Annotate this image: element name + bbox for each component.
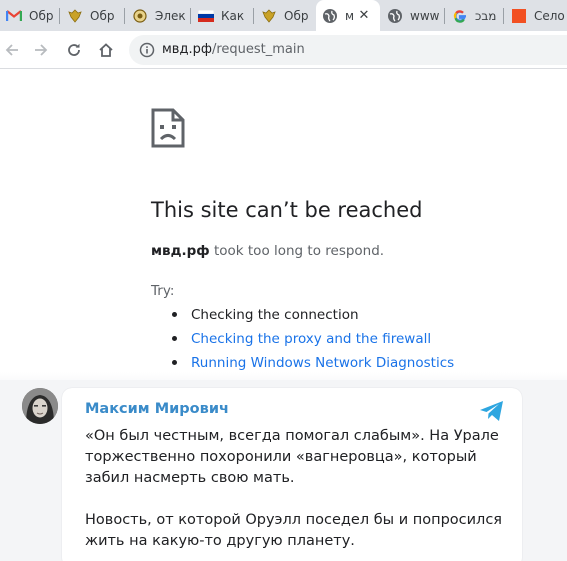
- emblem-icon: [132, 8, 148, 24]
- reload-icon: [68, 43, 80, 56]
- error-host: мвд.рф: [151, 243, 210, 259]
- russia-flag-icon: [198, 8, 214, 24]
- sad-page-icon: [151, 108, 185, 148]
- url-text: мвд.рф/request_main: [162, 42, 305, 57]
- tab-title: Село: [534, 8, 565, 23]
- tab-3[interactable]: Элек: [126, 0, 189, 31]
- reload-button[interactable]: [63, 39, 85, 61]
- forward-arrow-icon: [35, 44, 48, 56]
- url-domain: мвд.рф: [162, 42, 212, 57]
- tab-title: www: [410, 8, 440, 23]
- tab-separator: [59, 8, 60, 24]
- avatar[interactable]: [22, 388, 58, 424]
- tab-8[interactable]: מבכ: [446, 0, 502, 31]
- tab-1[interactable]: Обр: [0, 0, 58, 31]
- tab-4[interactable]: Как: [192, 0, 252, 31]
- url-path: /request_main: [211, 42, 305, 57]
- post-author[interactable]: Максим Мирович: [85, 401, 229, 417]
- tab-9[interactable]: Село: [505, 0, 567, 31]
- post-text-line: торжественно похоронили «вагнеровца», ко…: [85, 449, 477, 465]
- back-button[interactable]: [1, 39, 23, 61]
- orange-square-icon: [511, 8, 527, 24]
- telegram-icon[interactable]: [479, 400, 505, 422]
- home-icon: [99, 43, 113, 57]
- tab-separator: [124, 8, 125, 24]
- tab-active[interactable]: м ✕: [316, 0, 380, 31]
- address-bar[interactable]: мвд.рф/request_main: [129, 35, 567, 65]
- error-reason: took too long to respond.: [213, 243, 385, 259]
- tab-7[interactable]: www: [381, 0, 443, 31]
- suggestion-item: Running Windows Network Diagnostics: [172, 355, 454, 371]
- suggestion-item: Checking the connection: [172, 307, 359, 323]
- post-text-line: жить на какую-то другую планету.: [85, 533, 355, 549]
- post-text-line: «Он был честным, всегда помогал слабым».…: [85, 428, 499, 444]
- forward-button[interactable]: [30, 39, 52, 61]
- tab-separator: [503, 8, 504, 24]
- coat-of-arms-icon: [261, 8, 277, 24]
- network-diagnostics-link[interactable]: Running Windows Network Diagnostics: [191, 355, 454, 371]
- bullet: [172, 311, 177, 317]
- toolbar: мвд.рф/request_main: [0, 31, 567, 69]
- tab-5[interactable]: Обр: [255, 0, 315, 31]
- tab-strip: Обр Обр Элек Как Обр м ✕ www מבכ Село: [0, 0, 567, 31]
- info-icon[interactable]: [139, 42, 155, 58]
- post-text-line: Новость, от которой Оруэлл поседел бы и …: [85, 512, 503, 528]
- gmail-icon: [6, 8, 22, 24]
- tab-title: מבכ: [475, 8, 497, 23]
- tab-title: Обр: [90, 8, 115, 23]
- error-message: мвд.рф took too long to respond.: [151, 243, 384, 259]
- globe-icon: [322, 8, 338, 24]
- suggestion-text: Checking the connection: [191, 307, 359, 323]
- tab-2[interactable]: Обр: [61, 0, 123, 31]
- tab-title: Обр: [284, 8, 309, 23]
- error-title: This site can’t be reached: [151, 198, 423, 222]
- tab-separator: [190, 8, 191, 24]
- author-photo: [22, 388, 58, 424]
- globe-icon: [387, 8, 403, 24]
- home-button[interactable]: [95, 39, 117, 61]
- tab-title: Элек: [155, 8, 186, 23]
- tab-title: м: [345, 8, 355, 23]
- google-icon: [452, 8, 468, 24]
- coat-of-arms-icon: [67, 8, 83, 24]
- post-text-line: забил насмерть свою мать.: [85, 470, 295, 486]
- bullet: [172, 335, 177, 341]
- tab-title: Обр: [29, 8, 54, 23]
- suggestion-item: Checking the proxy and the firewall: [172, 331, 431, 347]
- bullet: [172, 359, 177, 365]
- back-arrow-icon: [5, 44, 18, 56]
- close-tab-icon[interactable]: ✕: [356, 8, 372, 24]
- tab-separator: [444, 8, 445, 24]
- tab-title: Как: [221, 8, 245, 23]
- tab-separator: [253, 8, 254, 24]
- try-label: Try:: [151, 283, 175, 299]
- proxy-firewall-link[interactable]: Checking the proxy and the firewall: [191, 331, 431, 347]
